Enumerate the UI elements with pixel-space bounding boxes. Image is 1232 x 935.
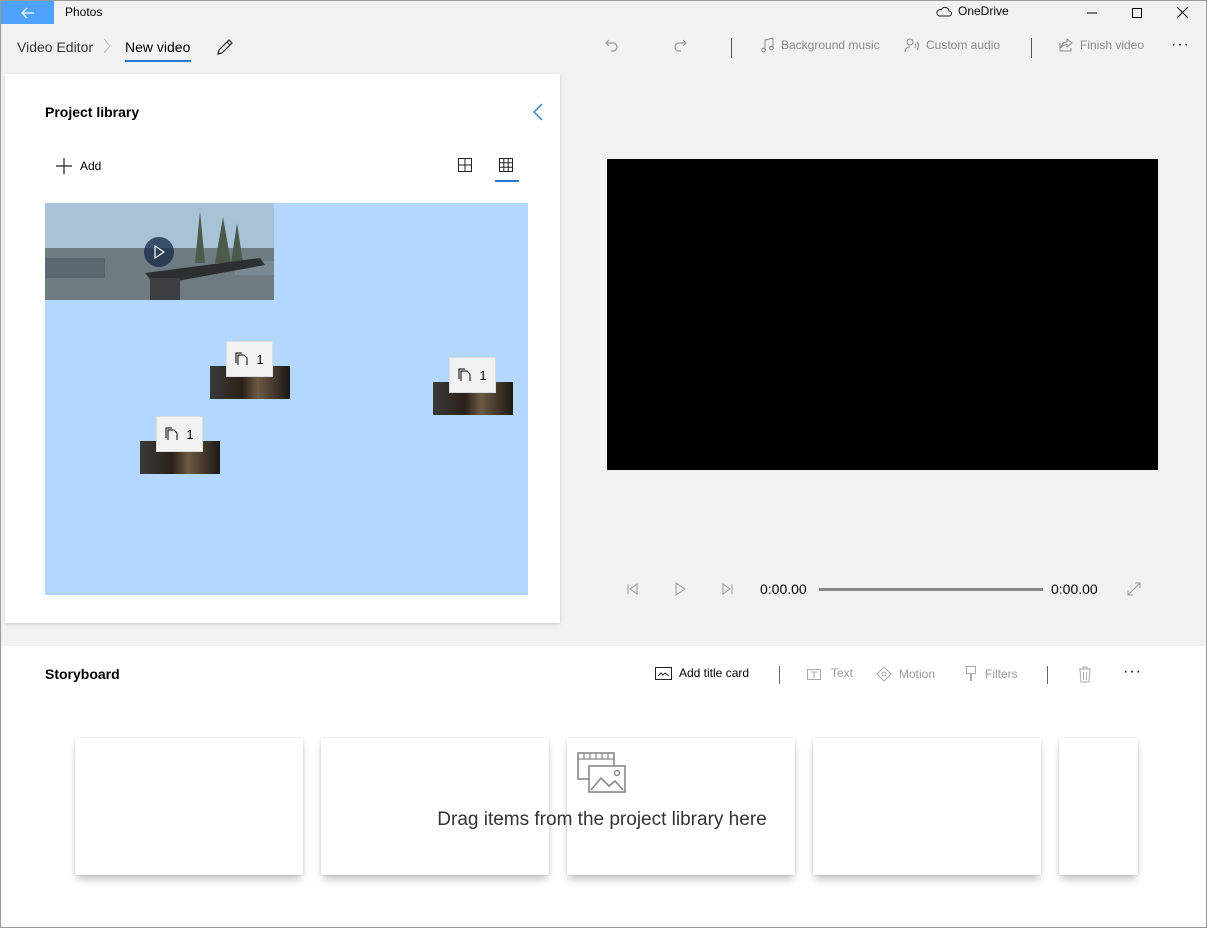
more-options-button[interactable]: ··· bbox=[1171, 36, 1190, 54]
maximize-icon bbox=[1132, 7, 1142, 18]
plus-icon bbox=[56, 158, 72, 174]
film-image-icon bbox=[577, 752, 626, 793]
custom-audio-button[interactable]: Custom audio bbox=[904, 37, 1000, 53]
photos-app-window: Photos OneDrive Video Editor New video B… bbox=[0, 0, 1207, 928]
text-label: Text bbox=[831, 666, 854, 680]
person-audio-icon bbox=[904, 38, 919, 53]
storyboard-toolbar-divider bbox=[1047, 666, 1048, 684]
breadcrumb-active-indicator bbox=[125, 60, 191, 62]
large-grid-view-icon[interactable] bbox=[458, 158, 472, 172]
play-icon bbox=[154, 245, 165, 259]
onedrive-label: OneDrive bbox=[958, 4, 1009, 18]
background-music-label: Background music bbox=[781, 38, 880, 52]
motion-icon bbox=[876, 666, 892, 682]
drag-count: 1 bbox=[479, 367, 487, 383]
back-arrow-icon bbox=[20, 7, 34, 18]
finish-video-label: Finish video bbox=[1080, 38, 1145, 52]
back-button[interactable] bbox=[1, 1, 54, 24]
playback-controls: 0:00.00 0:00.00 bbox=[621, 578, 1151, 602]
drag-count-badge: 1 bbox=[226, 341, 273, 377]
motion-button[interactable]: Motion bbox=[876, 666, 935, 682]
onedrive-button[interactable]: OneDrive bbox=[935, 4, 1009, 18]
add-media-button[interactable]: Add bbox=[56, 158, 101, 174]
drag-count: 1 bbox=[256, 351, 264, 367]
text-icon bbox=[807, 669, 821, 680]
collapse-chevron-left-icon[interactable] bbox=[532, 102, 544, 122]
play-icon[interactable] bbox=[673, 582, 687, 596]
drag-count-badge: 1 bbox=[449, 357, 496, 393]
copy-stack-icon bbox=[458, 368, 471, 381]
pencil-icon[interactable] bbox=[215, 37, 235, 57]
next-frame-icon[interactable] bbox=[721, 582, 735, 596]
background-music-button[interactable]: Background music bbox=[759, 37, 880, 53]
editor-toolbar: Video Editor New video Background music … bbox=[1, 24, 1206, 70]
play-overlay-button[interactable] bbox=[144, 237, 174, 267]
share-export-icon bbox=[1059, 37, 1073, 52]
breadcrumb-video-editor[interactable]: Video Editor bbox=[17, 39, 93, 55]
storyboard-more-button[interactable]: ··· bbox=[1123, 663, 1142, 681]
motion-label: Motion bbox=[899, 667, 936, 681]
previous-frame-icon[interactable] bbox=[625, 582, 639, 596]
add-title-card-button[interactable]: Add title card bbox=[655, 666, 749, 680]
drag-count-badge: 1 bbox=[156, 416, 203, 452]
video-preview[interactable] bbox=[607, 159, 1158, 470]
redo-icon[interactable] bbox=[672, 37, 688, 53]
fullscreen-expand-icon[interactable] bbox=[1127, 582, 1141, 596]
storyboard-panel: Storyboard Add title card Text Motion Fi… bbox=[1, 646, 1206, 927]
small-grid-view-icon[interactable] bbox=[499, 158, 513, 172]
toolbar-divider bbox=[1031, 38, 1032, 58]
close-button[interactable] bbox=[1159, 1, 1205, 24]
storyboard-slot bbox=[1059, 738, 1138, 875]
storyboard-toolbar-divider bbox=[779, 666, 780, 684]
filters-button[interactable]: Filters bbox=[964, 666, 1018, 682]
copy-stack-icon bbox=[165, 427, 178, 440]
finish-video-button[interactable]: Finish video bbox=[1058, 37, 1144, 53]
view-mode-active-indicator bbox=[495, 180, 519, 182]
minimize-button[interactable] bbox=[1069, 1, 1115, 24]
storyboard-title: Storyboard bbox=[45, 666, 120, 682]
drag-count: 1 bbox=[186, 426, 194, 442]
total-time: 0:00.00 bbox=[1051, 581, 1098, 597]
maximize-button[interactable] bbox=[1114, 1, 1160, 24]
undo-icon[interactable] bbox=[604, 37, 620, 53]
custom-audio-label: Custom audio bbox=[926, 38, 1001, 52]
text-button[interactable]: Text bbox=[807, 666, 853, 680]
storyboard-slot bbox=[813, 738, 1041, 875]
storyboard-slot bbox=[75, 738, 303, 875]
title-card-icon bbox=[655, 666, 672, 680]
current-time: 0:00.00 bbox=[760, 581, 807, 597]
storyboard-slot bbox=[321, 738, 549, 875]
project-library-panel: Project library Add 1 1 1 bbox=[5, 74, 560, 623]
close-icon bbox=[1176, 7, 1188, 18]
add-title-card-label: Add title card bbox=[679, 666, 750, 680]
toolbar-divider bbox=[731, 38, 732, 58]
seek-bar[interactable] bbox=[819, 588, 1043, 591]
chevron-right-icon bbox=[103, 38, 111, 54]
trash-icon[interactable] bbox=[1078, 666, 1092, 683]
music-note-icon bbox=[761, 37, 774, 53]
cloud-icon bbox=[936, 6, 952, 16]
add-media-label: Add bbox=[80, 159, 102, 173]
brush-icon bbox=[966, 666, 976, 681]
title-bar: Photos OneDrive bbox=[1, 1, 1206, 24]
storyboard-empty-message: Drag items from the project library here bbox=[437, 809, 767, 830]
breadcrumb-current-project[interactable]: New video bbox=[125, 39, 190, 55]
library-drop-area[interactable]: 1 1 1 bbox=[45, 203, 528, 595]
copy-stack-icon bbox=[235, 352, 248, 365]
video-thumbnail[interactable] bbox=[45, 203, 274, 300]
project-library-title: Project library bbox=[45, 104, 140, 120]
app-title: Photos bbox=[65, 5, 103, 19]
filters-label: Filters bbox=[985, 667, 1018, 681]
minimize-icon bbox=[1087, 12, 1097, 13]
